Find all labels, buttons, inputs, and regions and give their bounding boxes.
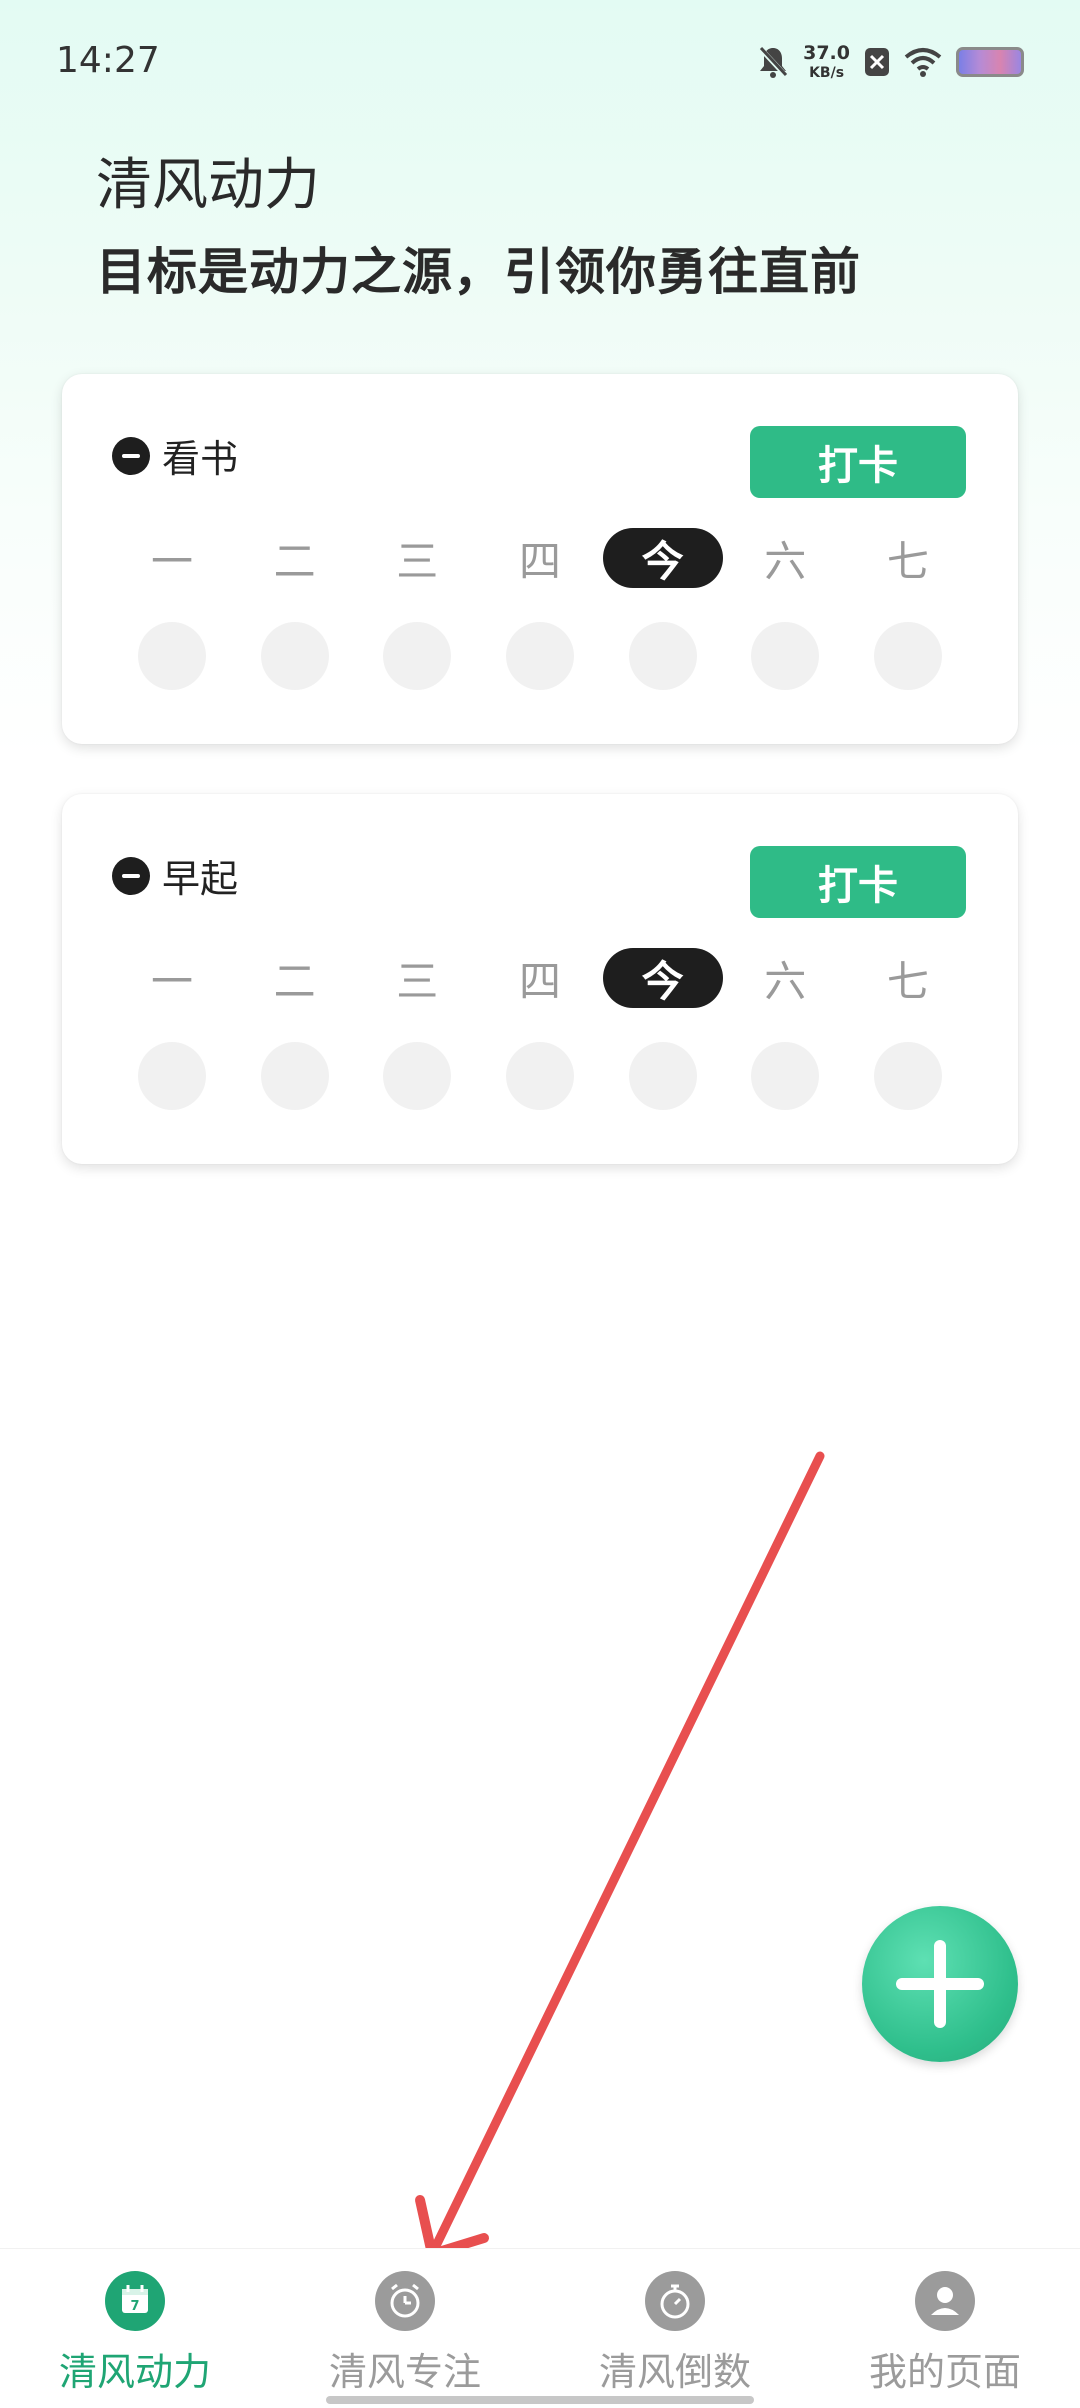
day-label: 二 xyxy=(273,956,316,1006)
tab-my-page[interactable]: 我的页面 xyxy=(810,2249,1080,2408)
checkin-dot xyxy=(383,1042,452,1110)
net-speed-unit: KB/s xyxy=(809,65,845,81)
week-row: 一 二 三 四 今 六 七 xyxy=(112,948,968,1008)
tab-label: 清风动力 xyxy=(58,2350,211,2394)
home-indicator[interactable] xyxy=(326,2396,754,2404)
day-label: 一 xyxy=(150,536,193,586)
habit-header: 早起 xyxy=(112,848,238,903)
day-label: 四 xyxy=(518,536,561,586)
status-icons: 37.0 KB/s xyxy=(757,44,1024,80)
checkin-dot xyxy=(505,622,574,690)
day-label: 六 xyxy=(764,536,807,586)
checkin-dot xyxy=(628,622,697,690)
svg-text:7: 7 xyxy=(130,2299,139,2314)
add-habit-button[interactable] xyxy=(862,1906,1018,2062)
day-label: 三 xyxy=(396,956,439,1006)
wifi-icon xyxy=(904,48,942,77)
week-row: 一 二 三 四 今 六 七 xyxy=(112,528,968,588)
checkin-dot xyxy=(628,1042,697,1110)
day-label: 一 xyxy=(150,956,193,1006)
calendar-icon: 7 xyxy=(105,2271,165,2331)
day-label: 七 xyxy=(886,956,929,1006)
day-label: 四 xyxy=(518,956,561,1006)
day-label: 七 xyxy=(886,536,929,586)
checkin-dot xyxy=(505,1042,574,1110)
checkin-status-row xyxy=(112,1042,968,1110)
checkin-status-row xyxy=(112,622,968,690)
remove-habit-icon[interactable] xyxy=(112,856,150,895)
habit-name: 看书 xyxy=(162,437,239,481)
bell-muted-icon xyxy=(758,46,788,78)
habit-name: 早起 xyxy=(162,857,239,901)
checkin-dot xyxy=(138,1042,206,1110)
tab-qingfeng-daoshu[interactable]: 清风倒数 xyxy=(540,2249,810,2408)
net-speed: 37.0 KB/s xyxy=(803,42,850,81)
checkin-button[interactable]: 打卡 xyxy=(750,426,966,498)
day-label: 六 xyxy=(764,956,807,1006)
checkin-dot xyxy=(751,1042,820,1110)
stopwatch-icon xyxy=(645,2271,705,2331)
checkin-dot xyxy=(260,622,329,690)
day-label: 二 xyxy=(273,536,316,586)
day-label: 三 xyxy=(396,536,439,586)
tab-qingfeng-zhuanzhu[interactable]: 清风专注 xyxy=(270,2249,540,2408)
page-title: 清风动力 xyxy=(96,153,320,218)
checkin-dot xyxy=(873,622,942,690)
habit-card: 早起 打卡 一 二 三 四 今 六 七 xyxy=(62,794,1018,1164)
checkin-dot xyxy=(138,622,206,690)
day-label-today: 今 xyxy=(602,948,723,1008)
checkin-dot xyxy=(751,622,820,690)
x-icon xyxy=(865,48,889,76)
net-speed-value: 37.0 xyxy=(803,42,850,64)
tab-label: 我的页面 xyxy=(868,2350,1021,2394)
checkin-button[interactable]: 打卡 xyxy=(750,846,966,918)
tab-label: 清风专注 xyxy=(328,2350,481,2394)
tab-label: 清风倒数 xyxy=(598,2350,751,2394)
checkin-dot xyxy=(873,1042,942,1110)
day-label-today: 今 xyxy=(602,528,723,588)
battery-icon xyxy=(956,47,1024,77)
page-subtitle: 目标是动力之源，引领你勇往直前 xyxy=(96,243,861,301)
habit-header: 看书 xyxy=(112,428,238,483)
checkin-dot xyxy=(260,1042,329,1110)
tab-qingfeng-dongli[interactable]: 7 清风动力 xyxy=(0,2249,270,2408)
remove-habit-icon[interactable] xyxy=(112,436,150,475)
habit-card: 看书 打卡 一 二 三 四 今 六 七 xyxy=(62,374,1018,744)
status-time: 14:27 xyxy=(56,40,160,81)
status-bar: 14:27 37.0 KB/s xyxy=(0,0,1080,120)
checkin-dot xyxy=(383,622,452,690)
alarm-clock-icon xyxy=(375,2271,435,2331)
bottom-nav: 7 清风动力 清风专注 清风倒数 我的页面 xyxy=(0,2248,1080,2408)
user-icon xyxy=(915,2271,975,2331)
